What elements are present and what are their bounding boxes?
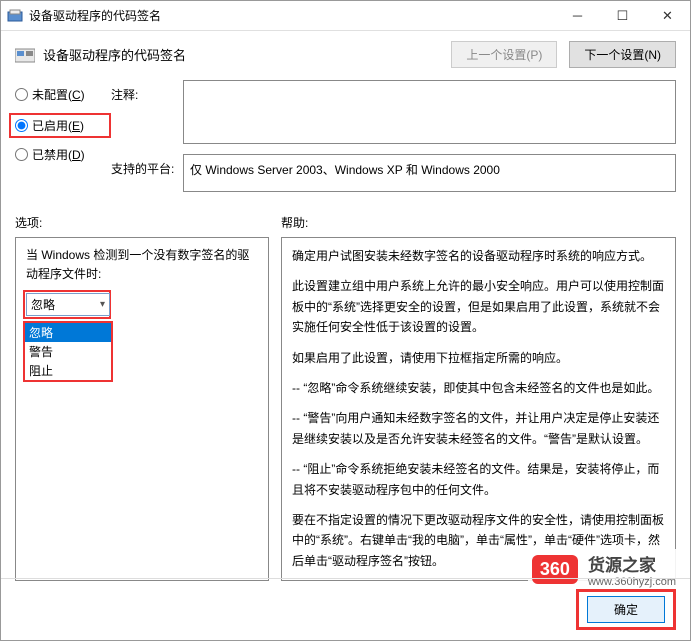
help-p6: -- “阻止”命令系统拒绝安装未经签名的文件。结果是，安装将停止，而且将不安装驱… <box>292 459 665 500</box>
help-section-label: 帮助: <box>281 214 308 231</box>
next-setting-button[interactable]: 下一个设置(N) <box>569 41 676 68</box>
help-p3: 如果启用了此设置，请使用下拉框指定所需的响应。 <box>292 348 665 368</box>
radio-enabled[interactable]: 已启用(E) <box>9 113 111 138</box>
radio-enabled-label: 已启用(E) <box>32 117 84 134</box>
options-description: 当 Windows 检测到一个没有数字签名的驱动程序文件时: <box>26 246 258 284</box>
signing-action-dropdown: 忽略 警告 阻止 <box>23 321 113 382</box>
minimize-button[interactable]: ─ <box>555 1 600 30</box>
radio-group: 未配置(C) 已启用(E) 已禁用(D) <box>15 80 111 202</box>
prev-setting-button: 上一个设置(P) <box>451 41 557 68</box>
maximize-button[interactable]: ☐ <box>600 1 645 30</box>
radio-not-configured[interactable]: 未配置(C) <box>15 86 111 103</box>
option-warn[interactable]: 警告 <box>25 342 111 361</box>
comment-input[interactable] <box>183 80 676 144</box>
help-p1: 确定用户试图安装未经数字签名的设备驱动程序时系统的响应方式。 <box>292 246 665 266</box>
watermark-brand: 货源之家 <box>588 551 676 576</box>
header-row: 设备驱动程序的代码签名 上一个设置(P) 下一个设置(N) <box>1 31 690 76</box>
footer-row: 确定 <box>1 578 690 630</box>
help-p2: 此设置建立组中用户系统上允许的最小安全响应。用户可以使用控制面板中的“系统”选择… <box>292 276 665 337</box>
radio-not-configured-label: 未配置(C) <box>32 86 85 103</box>
app-icon <box>7 8 23 24</box>
dialog-window: 设备驱动程序的代码签名 ─ ☐ ✕ 设备驱动程序的代码签名 上一个设置(P) 下… <box>0 0 691 641</box>
options-section-label: 选项: <box>15 214 281 231</box>
radio-enabled-input[interactable] <box>15 119 28 132</box>
signing-action-select[interactable]: 忽略 ▾ <box>26 293 110 316</box>
option-block[interactable]: 阻止 <box>25 361 111 380</box>
page-title: 设备驱动程序的代码签名 <box>43 45 451 64</box>
radio-disabled[interactable]: 已禁用(D) <box>15 146 111 163</box>
radio-disabled-input[interactable] <box>15 148 28 161</box>
option-ignore[interactable]: 忽略 <box>25 323 111 342</box>
platform-value: 仅 Windows Server 2003、Windows XP 和 Windo… <box>183 154 676 192</box>
signing-action-selected: 忽略 <box>31 296 55 313</box>
platform-label: 支持的平台: <box>111 154 183 192</box>
ok-button[interactable]: 确定 <box>587 596 665 623</box>
titlebar: 设备驱动程序的代码签名 ─ ☐ ✕ <box>1 1 690 31</box>
policy-icon <box>15 46 35 64</box>
chevron-down-icon: ▾ <box>100 299 105 310</box>
window-title: 设备驱动程序的代码签名 <box>29 7 555 24</box>
comment-label: 注释: <box>111 80 183 144</box>
close-button[interactable]: ✕ <box>645 1 690 30</box>
radio-not-configured-input[interactable] <box>15 88 28 101</box>
help-p5: -- “警告”向用户通知未经数字签名的文件，并让用户决定是停止安装还是继续安装以… <box>292 408 665 449</box>
help-panel: 确定用户试图安装未经数字签名的设备驱动程序时系统的响应方式。 此设置建立组中用户… <box>281 237 676 581</box>
options-panel: 当 Windows 检测到一个没有数字签名的驱动程序文件时: 忽略 ▾ 忽略 警… <box>15 237 269 581</box>
help-p4: -- “忽略”命令系统继续安装，即使其中包含未经签名的文件也是如此。 <box>292 378 665 398</box>
radio-disabled-label: 已禁用(D) <box>32 146 85 163</box>
